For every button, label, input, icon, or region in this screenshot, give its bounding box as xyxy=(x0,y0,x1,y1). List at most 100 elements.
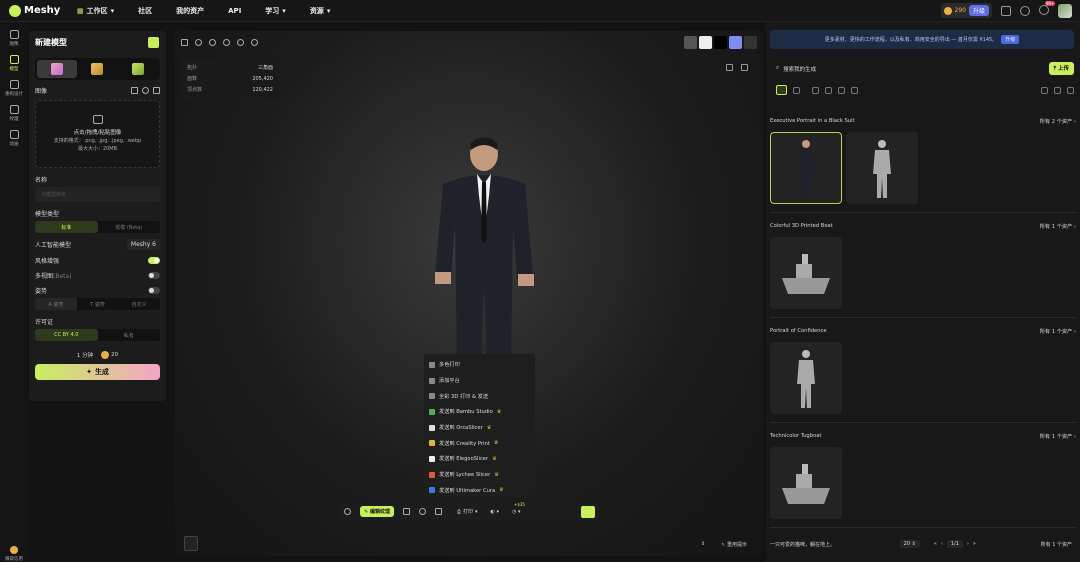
asset-group-count[interactable]: 所有 1 个资产 › xyxy=(1040,433,1076,440)
3d-viewer[interactable]: 拓扑 三角面 面数 205,420 顶点数 120,422 多色打印 添加平台 全彩 3D 打… xyxy=(175,31,763,556)
print-dropdown[interactable]: ⎙ 打印 ▾ xyxy=(457,508,478,516)
page-indicator[interactable]: 1/1 xyxy=(946,540,963,548)
asset-thumbnail[interactable] xyxy=(770,237,842,309)
thumbs-up-icon[interactable] xyxy=(726,64,733,71)
bg-purple[interactable] xyxy=(729,35,742,49)
name-input[interactable]: 为模型命名 xyxy=(35,187,160,202)
multiview-toggle[interactable] xyxy=(148,272,160,279)
print-menu-item[interactable]: 多色打印 xyxy=(429,357,530,373)
pose-custom[interactable]: 自定义 xyxy=(118,298,160,310)
avatar[interactable] xyxy=(1058,3,1072,18)
page-size-select[interactable]: 20 ⇕ xyxy=(899,540,920,548)
next-page-button[interactable]: › xyxy=(967,541,969,547)
texture-icon[interactable] xyxy=(402,508,410,515)
print-menu-item[interactable]: 全彩 3D 打印 & 发送 xyxy=(429,388,530,404)
image-filter-icon[interactable] xyxy=(812,86,819,94)
thumbs-down-icon[interactable] xyxy=(741,64,748,71)
expand-icon[interactable] xyxy=(1067,86,1074,94)
sidebar-item[interactable]: 动画 xyxy=(0,130,28,147)
prev-page-button[interactable]: ‹ xyxy=(941,541,943,547)
grid-icon[interactable] xyxy=(793,86,800,94)
style-enhance-toggle[interactable] xyxy=(148,257,160,264)
reuse-prompt-button[interactable]: ↖ 重用提示 xyxy=(721,541,747,548)
asset-group-count[interactable]: 所有 2 个资产 › xyxy=(1040,118,1076,125)
upgrade-button[interactable]: 升级 xyxy=(968,5,989,16)
search-input[interactable]: 搜索我的生成 xyxy=(783,65,816,73)
sidebar-item[interactable]: 纹理 xyxy=(0,105,28,122)
bulb-icon[interactable] xyxy=(142,87,149,94)
pose-toggle[interactable] xyxy=(148,287,160,294)
print-menu-item[interactable]: 添加平台 xyxy=(429,373,530,389)
notifications[interactable]: 99+ xyxy=(1039,0,1056,17)
globe-icon[interactable] xyxy=(223,38,230,46)
sidebar-item[interactable]: 图像 xyxy=(0,30,28,47)
sidebar-item[interactable]: 模型 xyxy=(0,55,28,72)
nav-item[interactable]: ▦ 工作区 ▾ xyxy=(65,6,126,16)
asset-group-count[interactable]: 所有 1 个资产 › xyxy=(1040,328,1076,335)
select-icon[interactable] xyxy=(1054,86,1061,94)
asset-thumbnail[interactable] xyxy=(770,342,842,414)
nav-item[interactable]: 资源 ▾ xyxy=(298,6,343,16)
gift-icon[interactable] xyxy=(1001,5,1011,16)
nav-item[interactable]: 学习 ▾ xyxy=(253,6,298,16)
last-page-button[interactable]: » xyxy=(973,541,976,547)
prompt-thumb[interactable] xyxy=(184,536,198,551)
sidebar-item[interactable]: 重构设计 xyxy=(0,80,28,97)
license-cc[interactable]: CC BY 4.0 xyxy=(35,329,98,341)
print-menu-item[interactable]: 发送到 Ultimaker Cura ♛ xyxy=(429,483,530,499)
asset-group-count[interactable]: 所有 1 个资产 › xyxy=(1040,223,1076,230)
texture-filter-icon[interactable] xyxy=(838,86,845,94)
sort-icon[interactable]: ⇕ xyxy=(701,541,705,547)
rig-icon[interactable] xyxy=(418,508,426,515)
credits-badge[interactable]: 290 升级 xyxy=(940,3,992,18)
nav-item[interactable]: API xyxy=(216,7,253,15)
ai-model-select[interactable]: Meshy 6 xyxy=(126,239,160,250)
generate-button[interactable]: ✦ 生成 xyxy=(35,364,160,380)
pose-t[interactable]: T 姿势 xyxy=(77,298,119,310)
edit-texture-button[interactable]: ✎ 编辑纹理 xyxy=(360,506,394,517)
license-private[interactable]: 私有 xyxy=(98,329,161,341)
image-upload-area[interactable]: 点击/拖拽/粘贴图像 支持的格式：.png, .jpg, .jpeg, .web… xyxy=(35,100,160,168)
print-menu-item[interactable]: 发送到 OrcaSlicer ♛ xyxy=(429,420,530,436)
asset-thumbnail[interactable] xyxy=(770,447,842,519)
earn-credits[interactable]: 赚取信用 xyxy=(0,546,28,562)
smile-icon[interactable] xyxy=(251,38,258,46)
logo[interactable]: Meshy xyxy=(9,4,65,17)
light-icon[interactable] xyxy=(237,38,244,46)
filter-icon[interactable] xyxy=(1041,86,1048,94)
mode-multi-image[interactable] xyxy=(77,60,117,78)
animate-icon[interactable] xyxy=(434,508,442,515)
pose-a[interactable]: A 姿势 xyxy=(35,298,77,310)
help-icon[interactable] xyxy=(1020,5,1030,16)
remesh-dropdown[interactable]: ◐ ▾ xyxy=(491,509,499,515)
print-menu-item[interactable]: 发送到 Lychee Slicer ♛ xyxy=(429,467,530,483)
nav-item[interactable]: 社区 xyxy=(126,6,164,16)
crop-icon[interactable] xyxy=(131,87,138,94)
bg-pattern-1[interactable] xyxy=(684,35,697,49)
mode-text-to-3d[interactable] xyxy=(118,60,158,78)
folder-icon[interactable] xyxy=(776,85,787,95)
model-type-standard[interactable]: 标准 xyxy=(35,221,98,233)
model-type-lowpoly[interactable]: 低模 (Beta) xyxy=(98,221,161,233)
run-filter-icon[interactable] xyxy=(851,86,858,94)
print-menu-item[interactable]: 发送到 Creality Print ♛ xyxy=(429,435,530,451)
refresh-icon[interactable] xyxy=(344,508,351,515)
bell-icon[interactable] xyxy=(1039,4,1049,15)
expand-icon[interactable] xyxy=(153,87,160,94)
monitor-icon[interactable] xyxy=(181,38,188,46)
timer-dropdown[interactable]: ◷ ▾ +$35 xyxy=(512,502,525,515)
asset-thumbnail[interactable] xyxy=(770,132,842,204)
bg-custom[interactable] xyxy=(744,35,757,49)
print-menu-item[interactable]: 发送到 ElegooSlicer ♛ xyxy=(429,451,530,467)
bg-black[interactable] xyxy=(714,35,727,49)
bg-pattern-2[interactable] xyxy=(699,35,712,49)
mode-image-to-3d[interactable] xyxy=(37,60,78,78)
nav-item[interactable]: 我的资产 xyxy=(164,6,216,16)
download-model-button[interactable] xyxy=(581,505,595,518)
banner-upgrade-button[interactable]: 升级 xyxy=(1001,35,1020,44)
first-page-button[interactable]: « xyxy=(934,541,937,547)
asset-thumbnail[interactable] xyxy=(846,132,918,204)
shading-icon[interactable] xyxy=(195,38,202,46)
download-button[interactable] xyxy=(148,37,159,48)
cube-filter-icon[interactable] xyxy=(825,86,832,94)
